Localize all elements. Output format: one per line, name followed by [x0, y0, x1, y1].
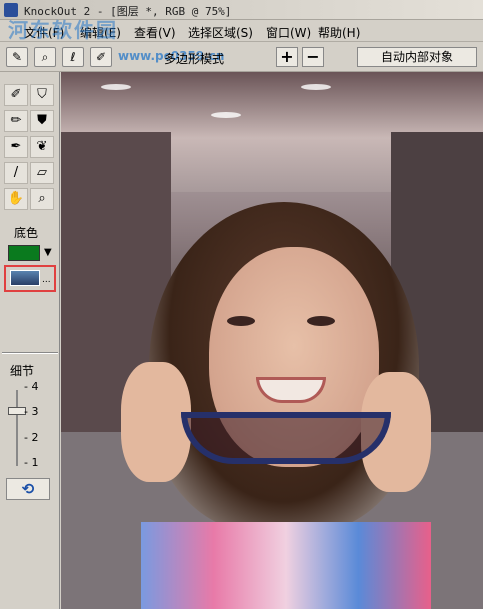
background-preview[interactable]: ...: [4, 265, 56, 292]
zoom-icon[interactable]: ⌕: [30, 188, 54, 210]
outside-object-fill-icon[interactable]: ⛊: [30, 110, 54, 132]
ceiling-light: [101, 84, 131, 90]
pen-tool-icon[interactable]: ✎: [6, 47, 28, 67]
ceiling-light: [211, 112, 241, 118]
menu-help[interactable]: 帮助(H): [318, 24, 360, 41]
feather-icon[interactable]: ❦: [30, 136, 54, 158]
menu-view[interactable]: 查看(V): [134, 24, 176, 41]
polygon-mode-label[interactable]: 多边形模式: [164, 50, 224, 67]
right-eye: [307, 316, 335, 326]
menu-select-region[interactable]: 选择区域(S): [188, 24, 253, 41]
background-color-label: 底色: [14, 226, 39, 240]
hand-icon[interactable]: ✋: [4, 188, 28, 210]
watermark-logo: 河东软件园: [8, 18, 118, 42]
floral-dress: [141, 522, 431, 609]
lasso-tool-icon[interactable]: ℓ: [62, 47, 84, 67]
background-color-swatch[interactable]: [8, 245, 40, 261]
image-canvas[interactable]: [61, 72, 483, 609]
tool-panel: ✐ ⛉ ✏ ⛊ ✒ ❦ / ▱ ✋ ⌕ 底色 ▼ ... 细节 - 4 - 3 …: [0, 72, 60, 609]
mountain-thumbnail-icon: [10, 270, 40, 286]
slider-tick-2: - 2: [24, 431, 39, 444]
divider: [2, 352, 58, 354]
menu-window[interactable]: 窗口(W): [266, 24, 311, 41]
inside-object-icon[interactable]: ✐: [4, 84, 28, 106]
slider-tick-1: - 1: [24, 456, 39, 469]
eraser-icon[interactable]: ▱: [30, 162, 54, 184]
touch-up-icon[interactable]: ✒: [4, 136, 28, 158]
slider-tick-4: - 4: [24, 380, 39, 393]
minus-button[interactable]: −: [302, 47, 324, 67]
outside-object-icon[interactable]: ✏: [4, 110, 28, 132]
slider-tick-3: - 3: [24, 405, 39, 418]
plus-button[interactable]: +: [276, 47, 298, 67]
refresh-button[interactable]: ⟲: [6, 478, 50, 500]
polygon-lasso-icon[interactable]: ✐: [90, 47, 112, 67]
auto-inner-object-button[interactable]: 自动内部对象: [357, 47, 477, 67]
detail-slider-track[interactable]: [16, 390, 18, 466]
magnify-tool-icon[interactable]: ⌕: [34, 47, 56, 67]
brush-icon[interactable]: /: [4, 162, 28, 184]
left-eye: [227, 316, 255, 326]
detail-label: 细节: [10, 364, 35, 378]
toolbar: ✎ ⌕ ℓ ✐ www.pc0359.cn 多边形模式 + − 自动内部对象: [0, 42, 483, 72]
thumbnail-more: ...: [42, 275, 51, 285]
inside-object-fill-icon[interactable]: ⛉: [30, 84, 54, 106]
sunglasses: [181, 412, 391, 464]
chevron-down-icon[interactable]: ▼: [44, 247, 52, 258]
ceiling-light: [301, 84, 331, 90]
left-hand: [121, 362, 191, 482]
refresh-icon: ⟲: [21, 480, 35, 498]
